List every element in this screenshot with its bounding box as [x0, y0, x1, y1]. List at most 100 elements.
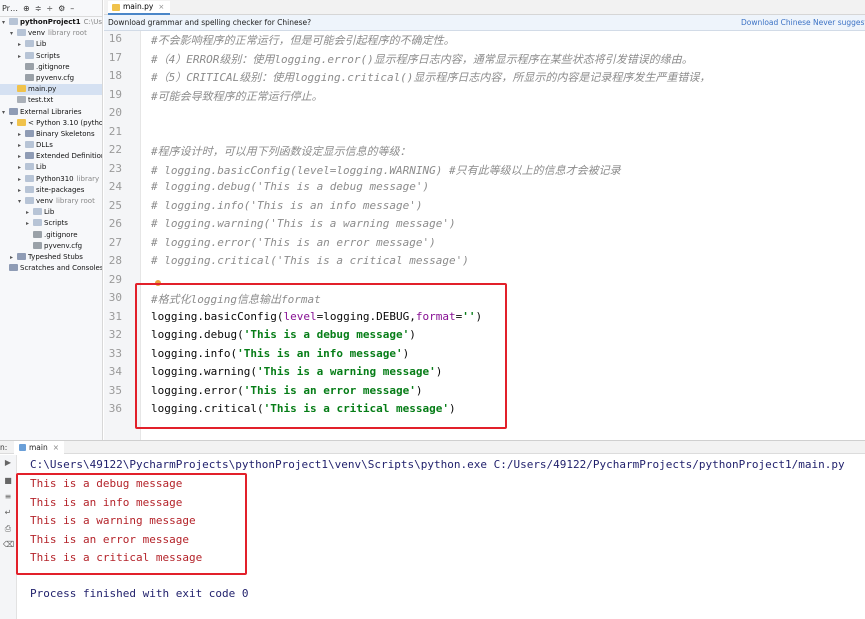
code-line[interactable]: # logging.error('This is an error messag… [151, 236, 436, 249]
code-highlight-box [135, 283, 507, 429]
rerun-icon[interactable]: ▶ [3, 459, 13, 467]
run-label: n: [0, 443, 8, 452]
tree-item[interactable]: ▸ Lib [0, 162, 102, 173]
tree-item-label: < Python 3.10 (pythonPro [28, 118, 103, 127]
folder-icon [25, 197, 34, 204]
tree-item-hint: library root [56, 197, 95, 205]
project-panel-toolbar: Pr… ⊕ ≑ ÷ ⚙ – [0, 0, 102, 17]
code-line[interactable]: # logging.critical('This is a critical m… [151, 254, 469, 267]
tree-item[interactable]: ▸ Lib [0, 207, 102, 218]
target-icon[interactable]: ⊕ [23, 4, 30, 13]
code-editor[interactable]: 16 17 18 19 20 21 22 23 24 25 26 27 28 29 30 31 32 33 34 35… [104, 31, 865, 440]
tree-item-label: venv [36, 197, 54, 205]
soft-wrap-icon[interactable]: ↵ [3, 509, 13, 517]
line-number: 30 [108, 291, 122, 304]
print-icon[interactable]: ⎙ [3, 525, 13, 533]
line-number: 25 [108, 198, 122, 212]
code-line[interactable]: # logging.info('This is an info message'… [151, 199, 423, 212]
tree-item[interactable]: ▾ venv library root [0, 196, 102, 207]
tree-item-label: .gitignore [44, 230, 78, 239]
tree-expand-icon[interactable]: ▾ [2, 17, 9, 28]
notification-text: Download grammar and spelling checker fo… [108, 18, 312, 27]
scroll-to-end-icon[interactable]: ≡ [3, 493, 13, 501]
line-number: 22 [108, 143, 122, 156]
never-suggest-link[interactable]: Never suggest [813, 15, 865, 31]
tree-item[interactable]: ▸ Extended Definitions [0, 151, 102, 162]
project-view-selector[interactable]: Pr… [2, 4, 18, 13]
gear-icon[interactable]: ⚙ [58, 4, 65, 13]
tree-item-label: venv [28, 29, 46, 38]
file-icon [17, 96, 26, 104]
tree-item[interactable]: ▸ site-packages [0, 185, 102, 196]
tree-item[interactable]: .gitignore [0, 62, 102, 73]
tree-item[interactable]: ▸Python310library root [0, 174, 102, 185]
tree-item[interactable]: ▸ Scripts [0, 51, 102, 62]
line-number: 19 [108, 87, 122, 101]
tree-item[interactable]: test.txt [0, 95, 102, 106]
code-line[interactable]: # logging.warning('This is a warning mes… [151, 217, 456, 230]
tree-expand-icon[interactable]: ▸ [18, 151, 25, 162]
close-tab-icon[interactable]: × [158, 0, 164, 14]
tree-item-label: Lib [36, 163, 47, 172]
tree-item[interactable]: ▸ DLLs [0, 140, 102, 151]
tree-item-label: Typeshed Stubs [28, 252, 83, 261]
code-line[interactable]: #可能会导致程序的正常运行停止。 [151, 88, 323, 104]
tab-main-py[interactable]: main.py × [108, 0, 171, 15]
console-command-line: C:\Users\49122\PycharmProjects\pythonPro… [30, 458, 845, 471]
line-number: 35 [108, 383, 122, 397]
tree-item[interactable]: .gitignore [0, 230, 102, 241]
minimize-icon[interactable]: – [70, 4, 74, 13]
code-line[interactable]: # logging.debug('This is a debug message… [151, 180, 429, 193]
tree-item[interactable]: Scratches and Consoles [0, 263, 102, 274]
run-console[interactable]: C:\Users\49122\PycharmProjects\pythonPro… [16, 455, 865, 619]
tree-item[interactable]: pyvenv.cfg [0, 241, 102, 252]
tree-expand-icon[interactable]: ▾ [2, 107, 9, 118]
run-toolbar: ▶ ■ ≡ ↵ ⎙ ⌫ [0, 455, 17, 619]
tree-expand-icon[interactable]: ▸ [18, 129, 25, 140]
tree-expand-icon[interactable]: ▸ [26, 207, 33, 218]
line-number: 34 [108, 365, 122, 378]
tree-expand-icon[interactable]: ▸ [18, 185, 25, 196]
tree-item[interactable]: ▸ Typeshed Stubs [0, 252, 102, 263]
tree-expand-icon[interactable]: ▸ [18, 162, 25, 173]
library-icon [25, 152, 34, 160]
tree-expand-icon[interactable]: ▾ [10, 28, 17, 39]
tree-expand-icon[interactable]: ▸ [26, 218, 33, 229]
tree-item[interactable]: ▸ Scripts [0, 218, 102, 229]
tree-expand-icon[interactable]: ▸ [10, 252, 17, 263]
tree-expand-icon[interactable]: ▸ [18, 140, 25, 151]
tree-item[interactable]: ▾ < Python 3.10 (pythonPro [0, 118, 102, 129]
tree-expand-icon[interactable]: ▾ [18, 196, 25, 207]
folder-icon [33, 208, 42, 216]
code-line[interactable]: #（5）CRITICAL级别：使用logging.critical()显示程序日… [151, 69, 710, 85]
tree-item-label: site-packages [36, 185, 85, 194]
tree-item[interactable]: ▾ pythonProject1C:\Users\4 [0, 17, 102, 28]
trash-icon[interactable]: ⌫ [3, 541, 14, 549]
tree-item[interactable]: ▾ venv library root [0, 28, 102, 39]
tree-expand-icon[interactable]: ▸ [18, 39, 25, 50]
stop-icon[interactable]: ■ [3, 477, 13, 485]
run-tool-window-header: n: main × [0, 440, 865, 454]
line-number: 31 [108, 309, 122, 323]
close-run-tab-icon[interactable]: × [53, 441, 59, 454]
tree-expand-icon[interactable]: ▾ [10, 118, 17, 129]
tree-expand-icon[interactable]: ▸ [18, 174, 25, 185]
folder-icon [25, 40, 34, 48]
collapse-icon[interactable]: ≑ [35, 4, 42, 13]
tree-item[interactable]: main.py [0, 84, 102, 96]
tree-item[interactable]: ▸ Binary Skeletons [0, 129, 102, 140]
code-line[interactable]: #（4）ERROR级别：使用logging.error()显示程序日志内容，通常… [151, 51, 693, 67]
tree-item-label: Scripts [44, 219, 68, 228]
expand-icon[interactable]: ÷ [46, 4, 53, 13]
tree-expand-icon[interactable]: ▸ [18, 51, 25, 62]
tree-item[interactable]: ▾ External Libraries [0, 107, 102, 118]
code-line[interactable]: # logging.basicConfig(level=logging.WARN… [151, 162, 621, 178]
code-line[interactable]: #不会影响程序的正常运行，但是可能会引起程序的不确定性。 [151, 32, 455, 48]
line-number: 23 [108, 161, 122, 175]
tree-item[interactable]: pyvenv.cfg [0, 73, 102, 84]
tree-item-label: Scratches and Consoles [20, 264, 103, 273]
code-line[interactable]: #程序设计时，可以用下列函数设定显示信息的等级： [151, 143, 411, 159]
run-tab-main[interactable]: main × [14, 441, 65, 454]
tree-item[interactable]: ▸ Lib [0, 39, 102, 50]
download-chinese-link[interactable]: Download Chinese [741, 15, 811, 31]
